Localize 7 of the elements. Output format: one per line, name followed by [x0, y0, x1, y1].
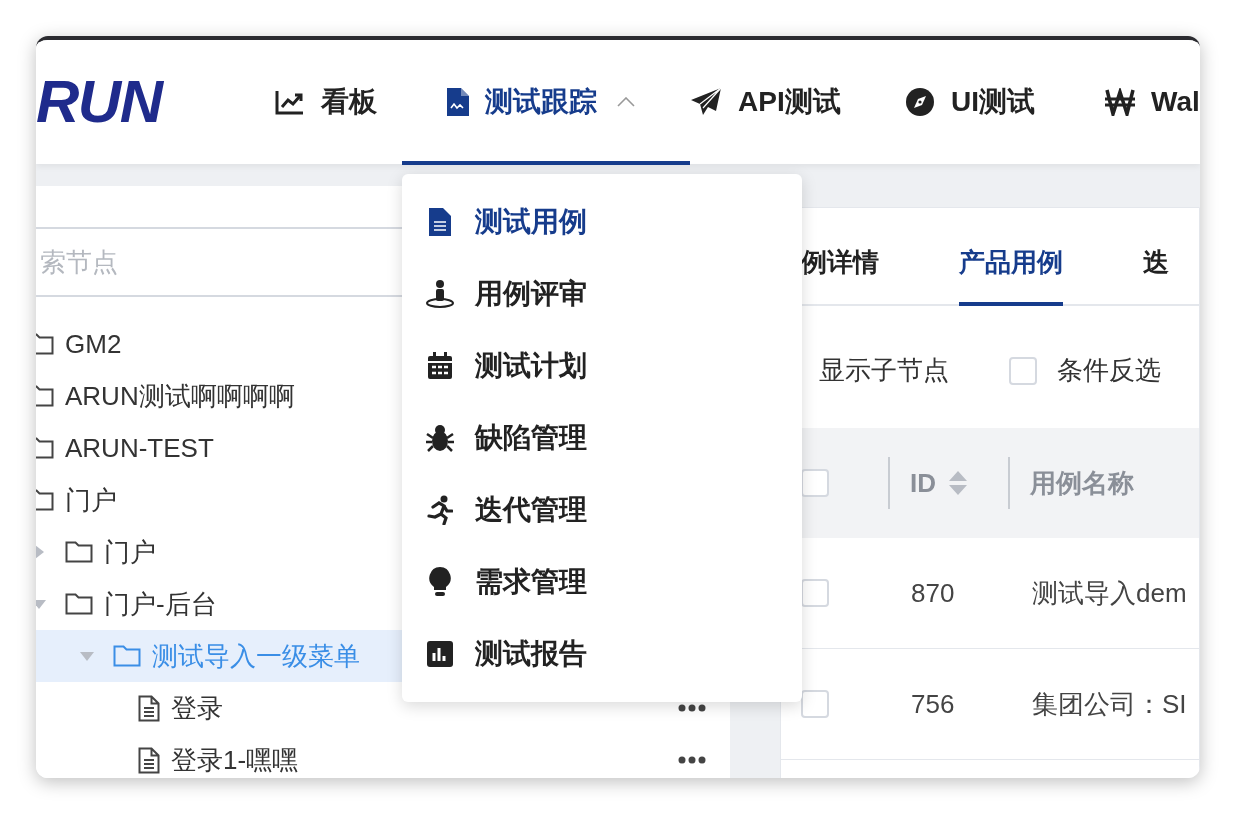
logo-text: RUN	[36, 72, 162, 132]
table-cell-text: 集团公司：SI	[1031, 687, 1187, 721]
checkbox-label: 显示子节点	[819, 354, 949, 387]
table-cell-text: 870	[910, 576, 956, 610]
checkbox-label: 条件反选	[1057, 354, 1161, 387]
table-cell-text: 测试导入dem	[1031, 576, 1187, 610]
table-cell-text: 756	[910, 687, 956, 721]
